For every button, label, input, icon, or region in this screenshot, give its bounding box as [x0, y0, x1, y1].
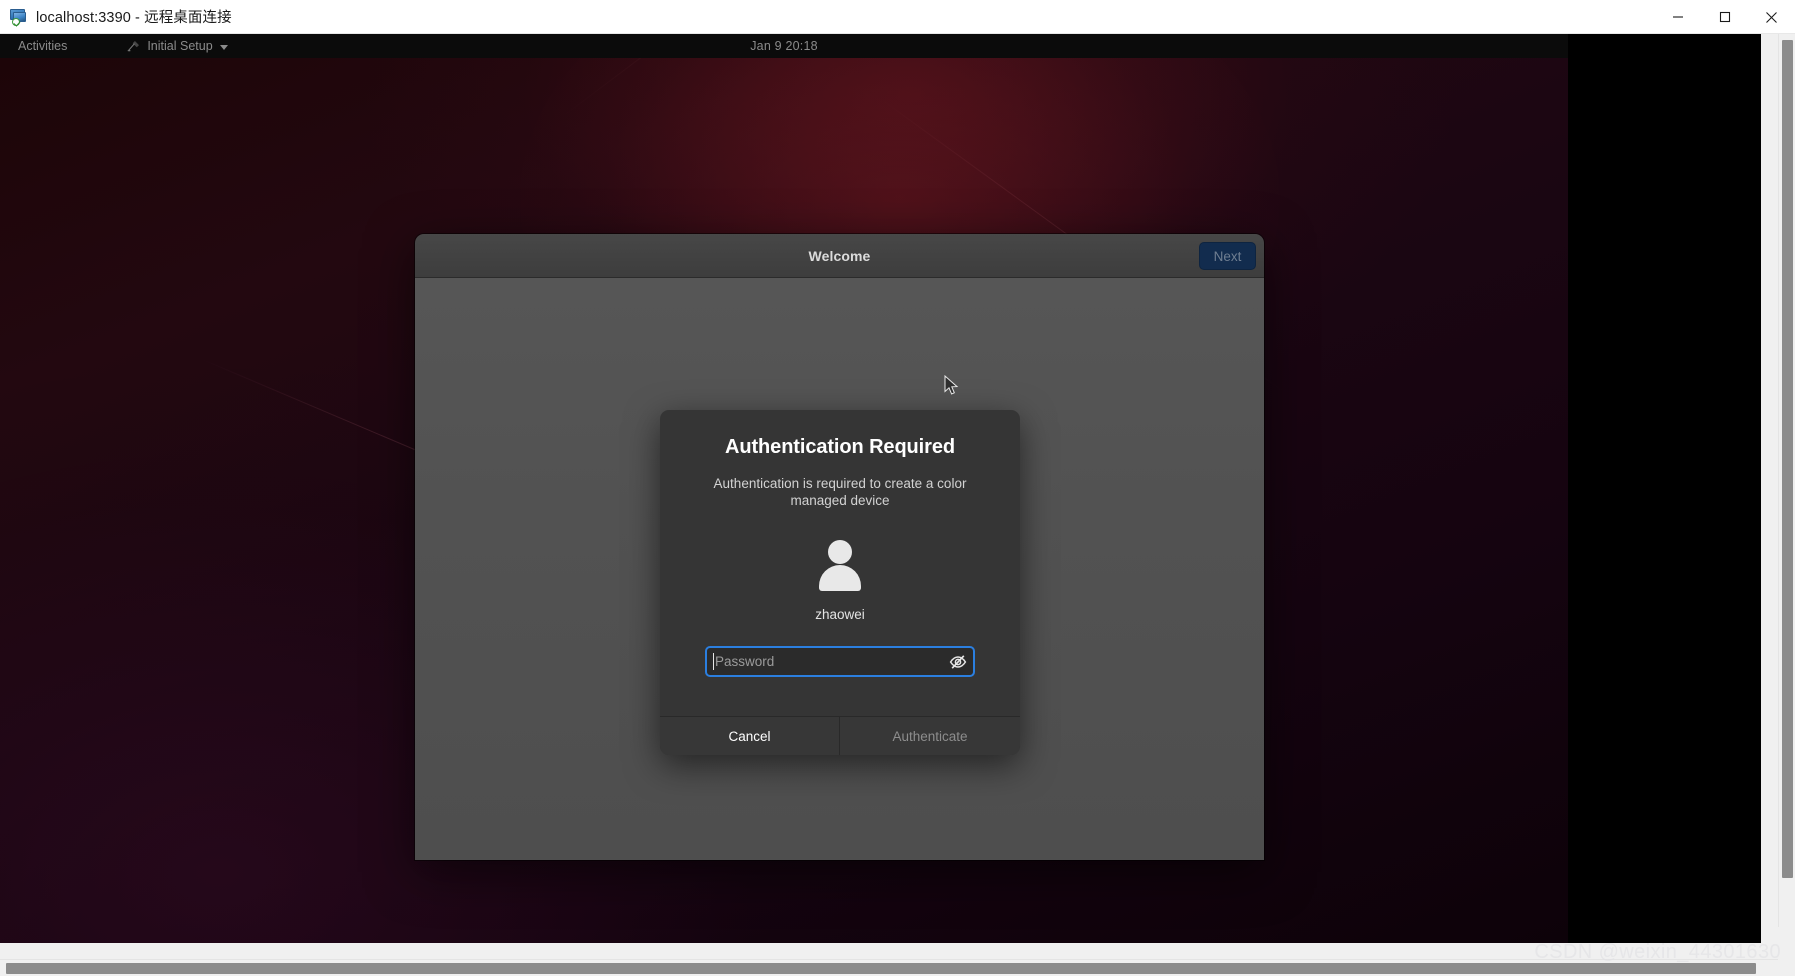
authentication-dialog-message: Authentication is required to create a c… [713, 476, 967, 509]
activities-button[interactable]: Activities [14, 37, 71, 55]
eye-slash-icon[interactable] [948, 652, 968, 672]
next-button[interactable]: Next [1199, 242, 1256, 270]
auth-username-label: zhaowei [815, 606, 865, 622]
app-menu-label: Initial Setup [147, 39, 213, 53]
vertical-scrollbar-thumb[interactable] [1782, 40, 1793, 878]
remote-desktop-viewport[interactable]: Activities Initial Setup Jan 9 20:18 Wel… [0, 34, 1761, 943]
authentication-dialog-heading: Authentication Required [725, 436, 955, 458]
authenticate-button[interactable]: Authenticate [840, 717, 1020, 755]
authentication-dialog-content: Authentication Required Authentication i… [660, 410, 1020, 716]
host-window-title: localhost:3390 - 远程桌面连接 [36, 10, 232, 26]
scrollbar-corner [1778, 959, 1795, 976]
horizontal-scrollbar[interactable] [0, 959, 1778, 976]
cancel-button[interactable]: Cancel [660, 717, 840, 755]
horizontal-scrollbar-thumb[interactable] [6, 963, 1756, 974]
host-titlebar: localhost:3390 - 远程桌面连接 [0, 0, 1795, 34]
welcome-window-body: Authentication Required Authentication i… [415, 278, 1264, 860]
authentication-dialog: Authentication Required Authentication i… [660, 410, 1020, 755]
gnome-topbar: Activities Initial Setup Jan 9 20:18 [0, 34, 1568, 58]
remote-desktop-host-window: localhost:3390 - 远程桌面连接 Activities Initi… [0, 0, 1795, 976]
vertical-scrollbar[interactable] [1778, 34, 1795, 927]
app-menu-initial-setup[interactable]: Initial Setup [126, 39, 228, 54]
welcome-window-title: Welcome [808, 247, 871, 264]
user-avatar-icon [812, 539, 868, 596]
authentication-dialog-actions: Cancel Authenticate [660, 716, 1020, 755]
minimize-icon[interactable] [1654, 0, 1701, 34]
password-row [705, 645, 975, 677]
remote-desktop-area: Activities Initial Setup Jan 9 20:18 Wel… [0, 34, 1795, 976]
host-window-controls [1654, 0, 1795, 33]
maximize-icon[interactable] [1701, 0, 1748, 34]
welcome-headerbar: Welcome Next [415, 234, 1264, 278]
remote-desktop-icon [10, 8, 27, 26]
initial-setup-icon [127, 40, 140, 52]
password-input[interactable] [705, 645, 975, 677]
chevron-down-icon [219, 44, 228, 50]
text-caret [713, 652, 714, 670]
gnome-clock[interactable]: Jan 9 20:18 [0, 39, 1568, 53]
close-icon[interactable] [1748, 0, 1795, 34]
welcome-window: Welcome Next Authentication Required Aut… [415, 234, 1264, 860]
